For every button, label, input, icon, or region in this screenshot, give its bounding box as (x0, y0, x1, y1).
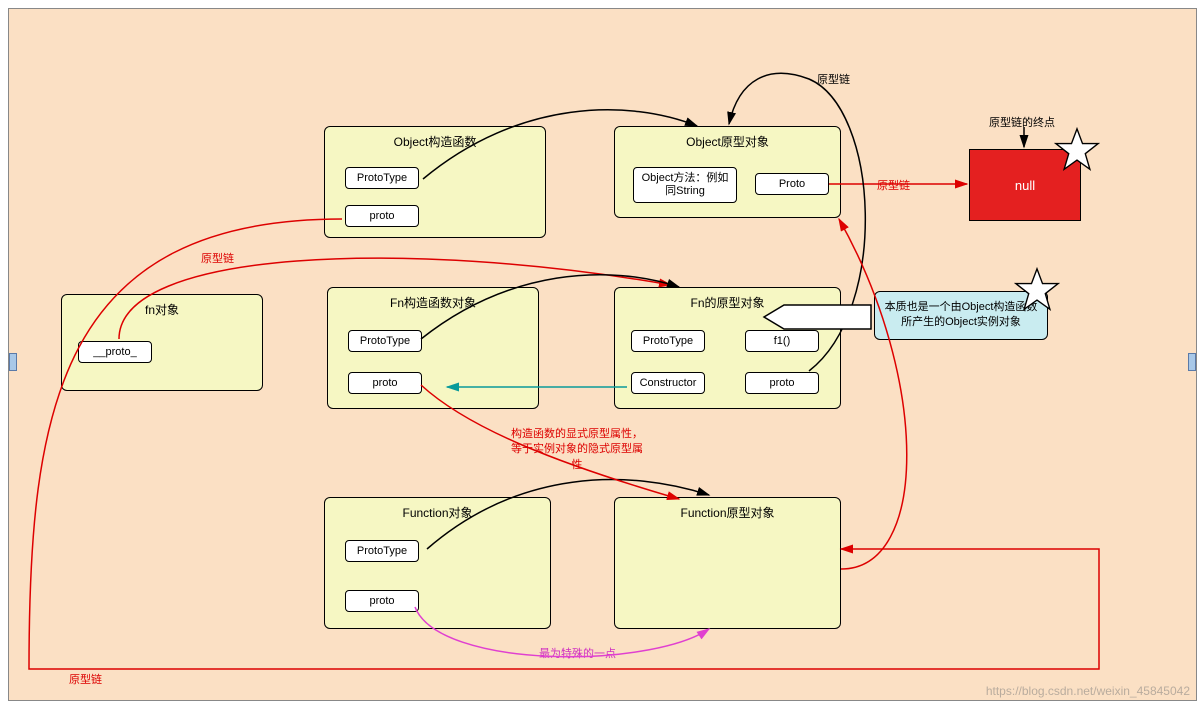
box-fn-prototype[interactable]: Fn的原型对象 ProtoType f1() Constructor proto (614, 287, 841, 409)
box-function-object[interactable]: Function对象 ProtoType proto (324, 497, 551, 629)
box-title: fn对象 (62, 295, 262, 328)
cell-prototype: ProtoType (345, 167, 419, 189)
cell-method: Object方法：例如同String (633, 167, 737, 203)
diagram-canvas: Object构造函数 ProtoType proto Object原型对象 Ob… (8, 8, 1197, 701)
label-chain: 原型链 (817, 71, 850, 87)
null-value: null (1015, 178, 1035, 193)
label-pink-note: 最为特殊的一点 (539, 645, 616, 661)
corner-tr (1186, 8, 1197, 19)
label-chain: 原型链 (69, 671, 102, 687)
cell-proto: proto (345, 590, 419, 612)
resize-handle-left[interactable] (9, 353, 17, 371)
box-title: Object构造函数 (325, 127, 545, 160)
cell-proto: proto (745, 372, 819, 394)
cell-f1: f1() (745, 330, 819, 352)
box-fn-instance[interactable]: fn对象 __proto_ (61, 294, 263, 391)
cell-proto: proto (348, 372, 422, 394)
cell-constructor: Constructor (631, 372, 705, 394)
box-object-constructor[interactable]: Object构造函数 ProtoType proto (324, 126, 546, 238)
label-red-note: 构造函数的显式原型属性，等于实例对象的隐式原型属性 (507, 427, 647, 473)
label-chain: 原型链 (877, 177, 910, 193)
cell-prototype: ProtoType (345, 540, 419, 562)
star-icon (1054, 127, 1100, 173)
label-chain: 原型链 (201, 250, 234, 266)
corner-bl (8, 690, 19, 701)
box-title: Object原型对象 (615, 127, 840, 160)
box-function-prototype[interactable]: Function原型对象 (614, 497, 841, 629)
star-icon (1014, 267, 1060, 313)
box-title: Function对象 (325, 498, 550, 531)
cell-proto: proto (345, 205, 419, 227)
watermark: https://blog.csdn.net/weixin_45845042 (986, 684, 1190, 698)
cell-prototype: ProtoType (631, 330, 705, 352)
label-null-caption: 原型链的终点 (989, 114, 1055, 130)
cell-proto: __proto_ (78, 341, 152, 363)
box-fn-constructor[interactable]: Fn构造函数对象 ProtoType proto (327, 287, 539, 409)
box-title: Fn的原型对象 (615, 288, 840, 321)
corner-tl (8, 8, 19, 19)
box-object-prototype[interactable]: Object原型对象 Object方法：例如同String Proto (614, 126, 841, 218)
resize-handle-right[interactable] (1188, 353, 1196, 371)
cell-prototype: ProtoType (348, 330, 422, 352)
box-title: Function原型对象 (615, 498, 840, 531)
box-title: Fn构造函数对象 (328, 288, 538, 321)
cell-proto: Proto (755, 173, 829, 195)
